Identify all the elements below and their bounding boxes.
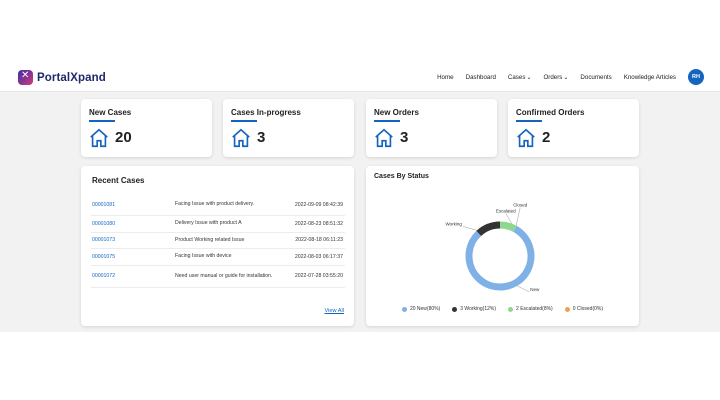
legend-swatch <box>508 306 514 312</box>
brand-logo[interactable]: PortalXpand <box>18 70 106 85</box>
case-id-link[interactable]: 00001073 <box>91 237 175 243</box>
chevron-down-icon: ⌄ <box>526 74 532 81</box>
stat-value: 3 <box>257 129 266 146</box>
top-navbar: PortalXpand Home Dashboard Cases⌄ Orders… <box>0 62 720 92</box>
chart-legend: 20 New(80%) 3 Working(12%) 2 Escalated(8… <box>366 306 639 312</box>
case-id-link[interactable]: 00001081 <box>91 202 175 208</box>
nav-dashboard[interactable]: Dashboard <box>466 74 496 81</box>
nav-documents[interactable]: Documents <box>580 74 611 81</box>
stat-card-new-orders[interactable]: New Orders 3 <box>366 99 497 157</box>
slice-leader-line <box>462 226 477 231</box>
stat-value: 3 <box>400 129 409 146</box>
stat-title: New Orders <box>374 108 419 117</box>
dashboard-content: New Cases 20 Cases In-progress 3 New Ord… <box>0 92 720 332</box>
recent-cases-table: 00001081 Facing Issue with product deliv… <box>91 194 345 288</box>
slice-leader-line <box>515 207 521 226</box>
recent-cases-panel: Recent Cases 00001081 Facing Issue with … <box>81 166 354 326</box>
stat-title: Cases In-progress <box>231 108 301 117</box>
slice-label-working: Working <box>445 221 462 226</box>
legend-item-working[interactable]: 3 Working(12%) <box>452 306 496 312</box>
legend-item-escalated[interactable]: 2 Escalated(8%) <box>508 306 553 312</box>
case-id-link[interactable]: 00001080 <box>91 221 175 227</box>
brand-name: PortalXpand <box>37 71 106 84</box>
legend-swatch <box>401 306 407 312</box>
legend-item-new[interactable]: 20 New(80%) <box>401 306 440 312</box>
legend-swatch <box>564 306 570 312</box>
nav-orders[interactable]: Orders⌄ <box>543 74 568 81</box>
cases-by-status-panel: Cases By Status Escalated Closed Working Ne… <box>366 166 639 326</box>
slice-leader-line <box>517 285 530 293</box>
case-description: Facing Issue with device <box>175 253 232 260</box>
nav-home[interactable]: Home <box>437 74 454 81</box>
case-date: 2022-08-23 08:51:32 <box>294 220 343 227</box>
stat-underline <box>516 120 542 122</box>
brand-logo-icon <box>18 70 33 85</box>
table-row[interactable]: 00001075 Facing Issue with device 2022-0… <box>91 249 345 266</box>
stat-card-cases-in-progress[interactable]: Cases In-progress 3 <box>223 99 354 157</box>
case-description: Product Working related Issue <box>175 236 245 243</box>
slice-label-closed: Closed <box>513 203 528 208</box>
stat-card-new-cases[interactable]: New Cases 20 <box>81 99 212 157</box>
stat-underline <box>89 120 115 122</box>
nav-knowledge-articles[interactable]: Knowledge Articles <box>624 74 676 81</box>
stat-underline <box>231 120 257 122</box>
case-id-link[interactable]: 00001072 <box>91 273 175 279</box>
case-date: 2022-08-03 06:17:37 <box>294 253 343 260</box>
stat-title: New Cases <box>89 108 132 117</box>
table-row[interactable]: 00001080 Delivery Issue with product A 2… <box>91 216 345 233</box>
main-nav: Home Dashboard Cases⌄ Orders⌄ Documents … <box>437 62 720 92</box>
stat-card-confirmed-orders[interactable]: Confirmed Orders 2 <box>508 99 639 157</box>
case-description: Need user manual or guide for installati… <box>175 272 273 279</box>
legend-item-closed[interactable]: 0 Closed(0%) <box>564 306 603 312</box>
slice-leader-line <box>505 213 513 224</box>
home-icon <box>375 128 393 148</box>
slice-label-new: New <box>530 287 540 292</box>
home-icon <box>90 128 108 148</box>
cases-by-status-title: Cases By Status <box>374 173 429 180</box>
case-id-link[interactable]: 00001075 <box>91 254 175 260</box>
home-icon <box>517 128 535 148</box>
table-row[interactable]: 00001081 Facing Issue with product deliv… <box>91 194 345 216</box>
case-description: Delivery Issue with product A <box>175 220 242 227</box>
user-avatar[interactable]: RH <box>688 69 704 85</box>
home-icon <box>232 128 250 148</box>
stat-value: 2 <box>542 129 551 146</box>
donut-slice-new[interactable] <box>465 225 535 291</box>
stat-value: 20 <box>115 129 132 146</box>
table-row[interactable]: 00001072 Need user manual or guide for i… <box>91 266 345 288</box>
case-date: 2022-08-18 06:11:23 <box>295 237 343 244</box>
nav-cases[interactable]: Cases⌄ <box>508 74 532 81</box>
chevron-down-icon: ⌄ <box>563 74 569 81</box>
slice-label-escalated: Escalated <box>496 209 516 214</box>
donut-slice-escalated[interactable] <box>499 221 517 232</box>
recent-cases-title: Recent Cases <box>92 176 145 185</box>
stat-title: Confirmed Orders <box>516 108 585 117</box>
case-date: 2022-07-28 03:55:20 <box>294 273 343 279</box>
view-all-link[interactable]: View All <box>325 308 345 314</box>
case-date: 2022-09-09 08:42:39 <box>294 201 343 208</box>
legend-swatch <box>452 306 458 312</box>
donut-slice-working[interactable] <box>476 221 501 237</box>
case-description: Facing Issue with product delivery. <box>175 201 255 207</box>
table-row[interactable]: 00001073 Product Working related Issue 2… <box>91 233 345 249</box>
status-donut-chart: EscalatedClosed Working New <box>445 203 540 293</box>
stat-underline <box>374 120 400 122</box>
